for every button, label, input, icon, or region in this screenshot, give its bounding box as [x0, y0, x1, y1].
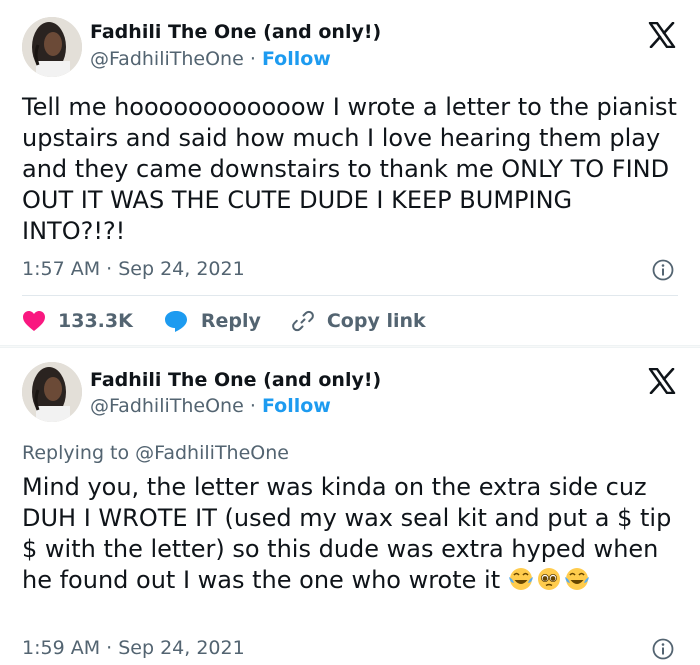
like-count: 133.3K: [58, 310, 133, 332]
info-icon[interactable]: [652, 259, 674, 281]
replying-mention[interactable]: @FadhiliTheOne: [135, 442, 289, 464]
separator-dot: ·: [249, 395, 256, 417]
face-with-tears-of-joy-icon: [508, 568, 533, 590]
follow-button[interactable]: Follow: [262, 48, 331, 70]
tweet-timestamp[interactable]: 1:57 AM · Sep 24, 2021: [22, 257, 245, 281]
replying-to: Replying to @FadhiliTheOne: [22, 441, 289, 465]
avatar[interactable]: [22, 362, 82, 422]
x-logo-icon[interactable]: [648, 368, 676, 394]
author-handle-row: @FadhiliTheOne · Follow: [90, 394, 331, 418]
reply-button[interactable]: Reply: [163, 309, 261, 333]
pleading-face-icon: [537, 568, 560, 590]
heart-icon: [23, 311, 45, 331]
avatar[interactable]: [22, 17, 82, 77]
divider: [22, 295, 678, 296]
like-button[interactable]: 133.3K: [22, 310, 133, 332]
author-handle[interactable]: @FadhiliTheOne: [90, 395, 244, 417]
replying-prefix: Replying to: [22, 442, 130, 464]
tweet-card: Fadhili The One (and only!) @FadhiliTheO…: [0, 348, 700, 665]
copy-link-label: Copy link: [326, 310, 426, 332]
author-handle[interactable]: @FadhiliTheOne: [90, 48, 244, 70]
separator-dot: ·: [249, 48, 256, 70]
face-with-tears-of-joy-icon: [564, 568, 589, 590]
author-name[interactable]: Fadhili The One (and only!): [90, 368, 381, 392]
info-icon[interactable]: [652, 638, 674, 660]
link-icon: [291, 310, 314, 332]
tweet-card: Fadhili The One (and only!) @FadhiliTheO…: [0, 0, 700, 345]
tweet-timestamp[interactable]: 1:59 AM · Sep 24, 2021: [22, 636, 245, 660]
author-handle-row: @FadhiliTheOne · Follow: [90, 47, 331, 71]
tweet-text: Tell me hoooooooooooow I wrote a letter …: [22, 93, 677, 245]
tweet-actions: 133.3K Reply Copy link: [22, 308, 456, 334]
x-logo-icon[interactable]: [648, 22, 676, 48]
copy-link-button[interactable]: Copy link: [291, 309, 426, 333]
reply-bubble-icon: [164, 311, 187, 332]
follow-button[interactable]: Follow: [262, 395, 331, 417]
reply-label: Reply: [200, 310, 261, 332]
tweet-text: Mind you, the letter was kinda on the ex…: [22, 472, 682, 596]
author-name[interactable]: Fadhili The One (and only!): [90, 20, 381, 44]
